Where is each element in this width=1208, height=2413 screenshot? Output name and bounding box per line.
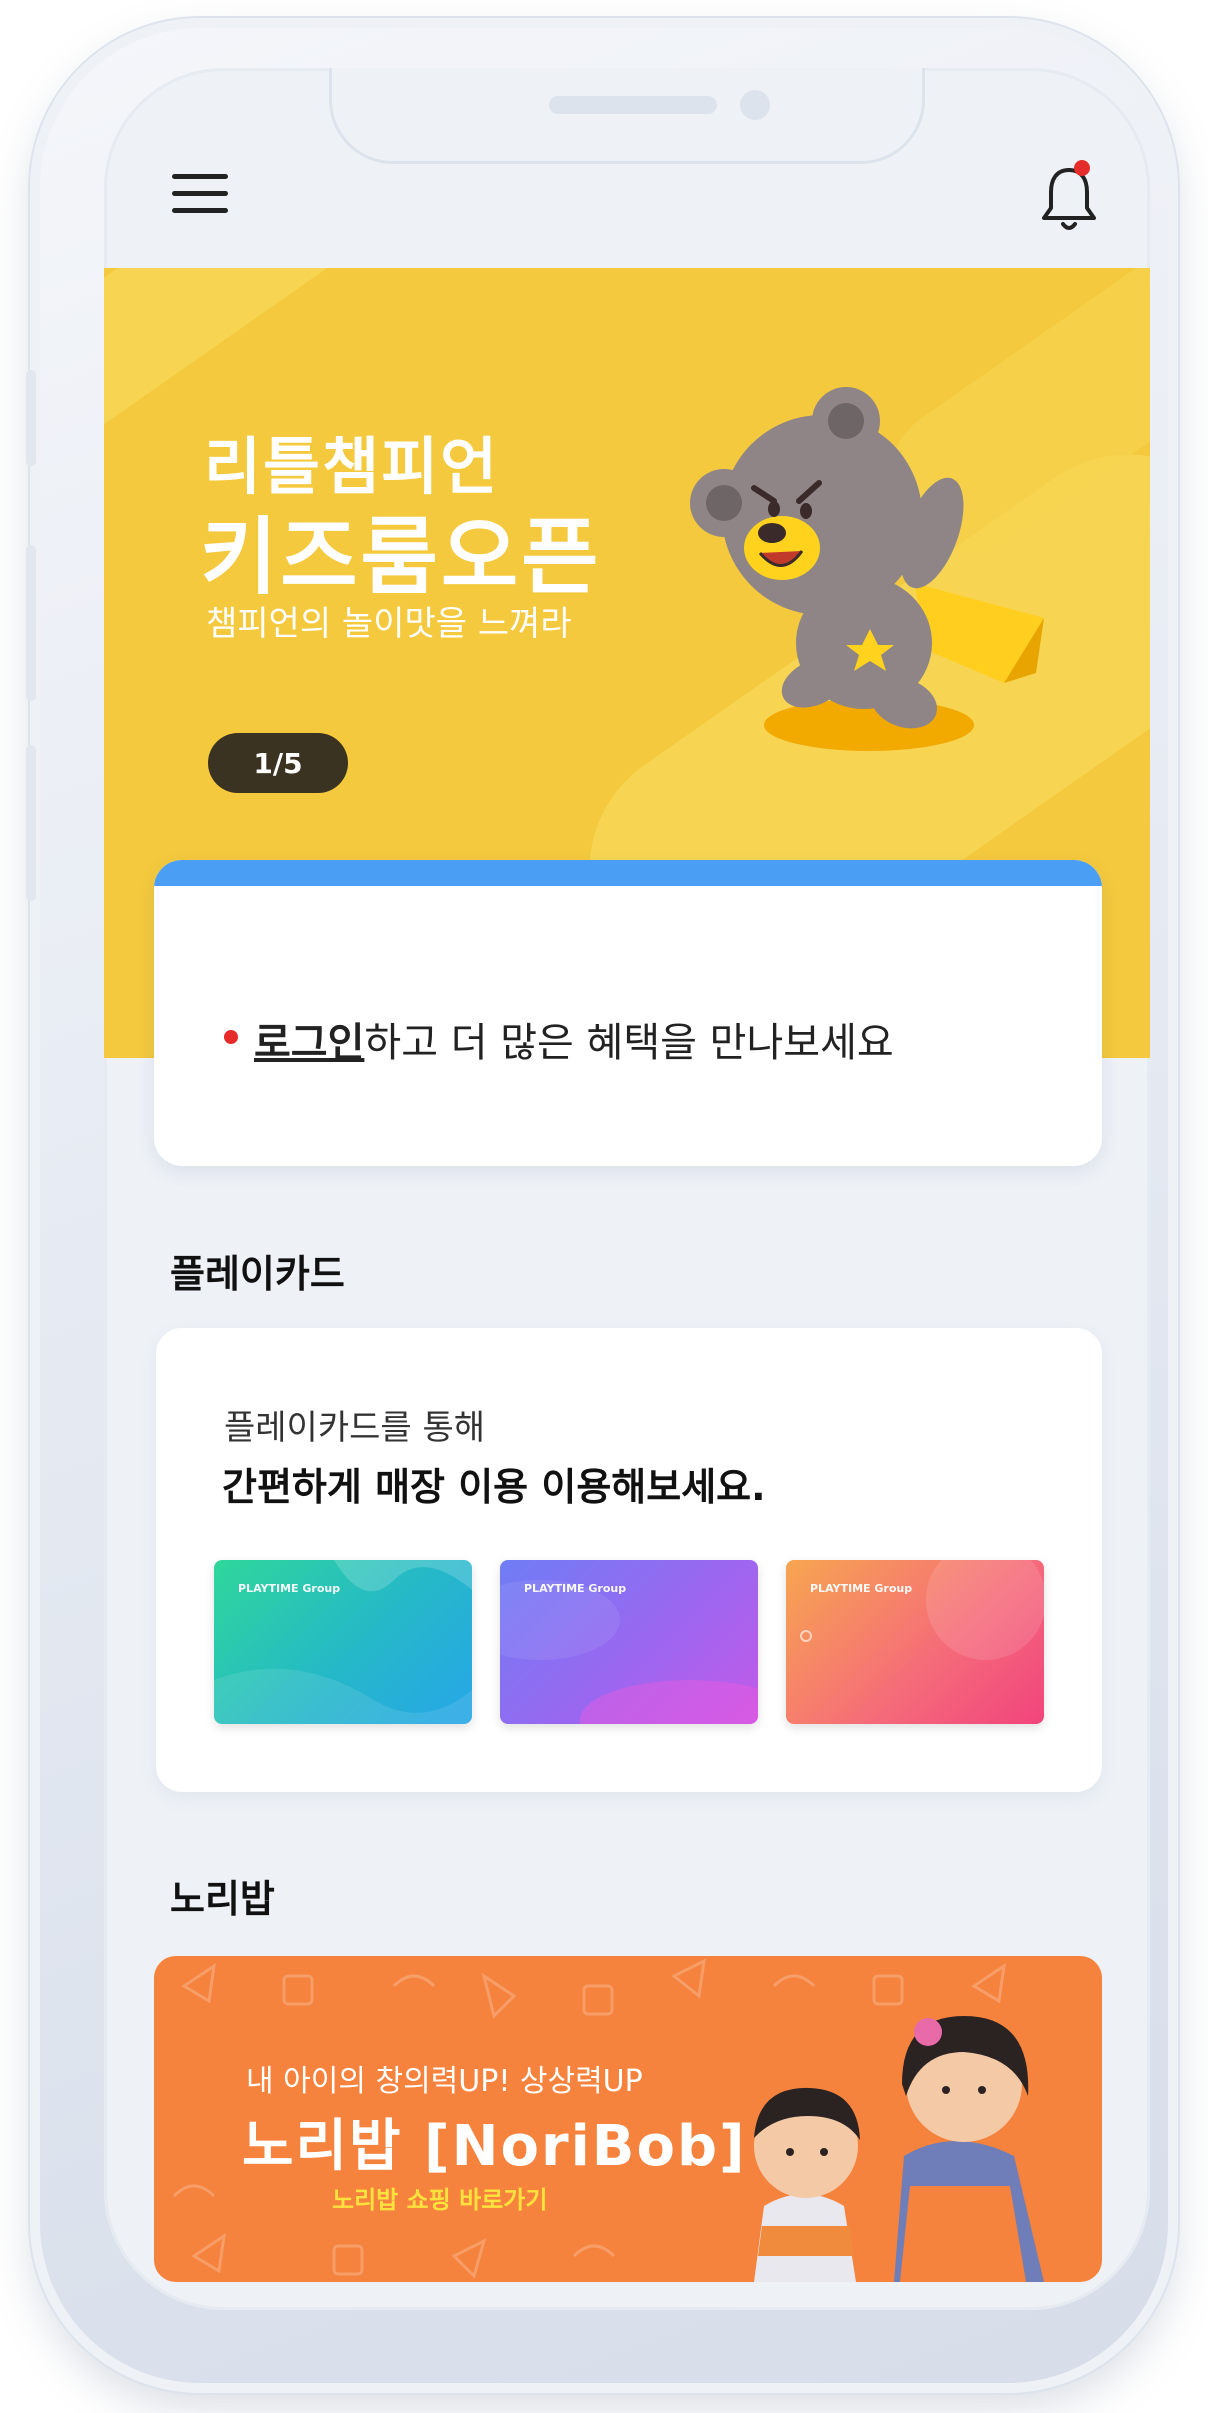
card-brand-label: PLAYTIME Group: [524, 1582, 627, 1595]
banner-title-line2: 키즈룸오픈: [200, 508, 602, 606]
login-prompt-card: 로그인하고 더 많은 혜택을 만나보세요: [154, 860, 1102, 1166]
banner-page-counter: 1/5: [208, 733, 348, 793]
phone-notch: [329, 68, 925, 164]
bell-icon: [1042, 168, 1096, 230]
front-camera: [740, 90, 770, 120]
noribob-section-title: 노리밥: [170, 1877, 275, 1921]
playcard-purple[interactable]: PLAYTIME Group: [500, 1560, 758, 1724]
app-screen: 리틀챔피언 키즈룸오픈 챔피언의 놀이맛을 느껴라 1/5 로그인하고 더 많은…: [104, 68, 1150, 2310]
noribob-shop-link[interactable]: 노리밥 쇼핑 바로가기: [332, 2180, 547, 2215]
playcard-description-line2: 간편하게 매장 이용 이용해보세요.: [222, 1465, 766, 1509]
notification-dot: [1074, 160, 1090, 176]
phone-volume-down-button: [26, 745, 36, 901]
banner-subtitle: 챔피언의 놀이맛을 느껴라: [206, 604, 572, 644]
notification-button[interactable]: [1034, 156, 1104, 236]
noribob-promo-title: 노리밥 [NoriBob]: [242, 2114, 747, 2179]
phone-side-button: [26, 370, 36, 466]
playcard-description-line1: 플레이카드를 통해: [224, 1408, 486, 1448]
phone-speaker: [549, 96, 717, 114]
noribob-promo-tagline: 내 아이의 창의력UP! 상상력UP: [246, 2064, 643, 2099]
playcard-green[interactable]: PLAYTIME Group: [214, 1560, 472, 1724]
children-photo: [754, 2016, 1044, 2282]
card-accent-bar: [154, 860, 1102, 886]
menu-button[interactable]: [164, 164, 236, 224]
playcard-orange[interactable]: PLAYTIME Group: [786, 1560, 1044, 1724]
playcard-panel: 플레이카드를 통해 간편하게 매장 이용 이용해보세요. PLAYTIME Gr…: [156, 1328, 1102, 1792]
phone-volume-up-button: [26, 545, 36, 701]
login-message: 로그인하고 더 많은 혜택을 만나보세요: [254, 1010, 894, 1068]
login-message-text: 하고 더 많은 혜택을 만나보세요: [364, 1020, 894, 1066]
playcard-section-title: 플레이카드: [170, 1252, 345, 1296]
noribob-promo-banner[interactable]: 내 아이의 창의력UP! 상상력UP 노리밥 [NoriBob] 노리밥 쇼핑 …: [154, 1956, 1102, 2282]
bullet-dot: [224, 1030, 238, 1044]
bear-character-illustration: [690, 387, 1044, 751]
card-brand-label: PLAYTIME Group: [810, 1582, 913, 1595]
card-brand-label: PLAYTIME Group: [238, 1582, 341, 1595]
login-link[interactable]: 로그인: [254, 1020, 364, 1066]
